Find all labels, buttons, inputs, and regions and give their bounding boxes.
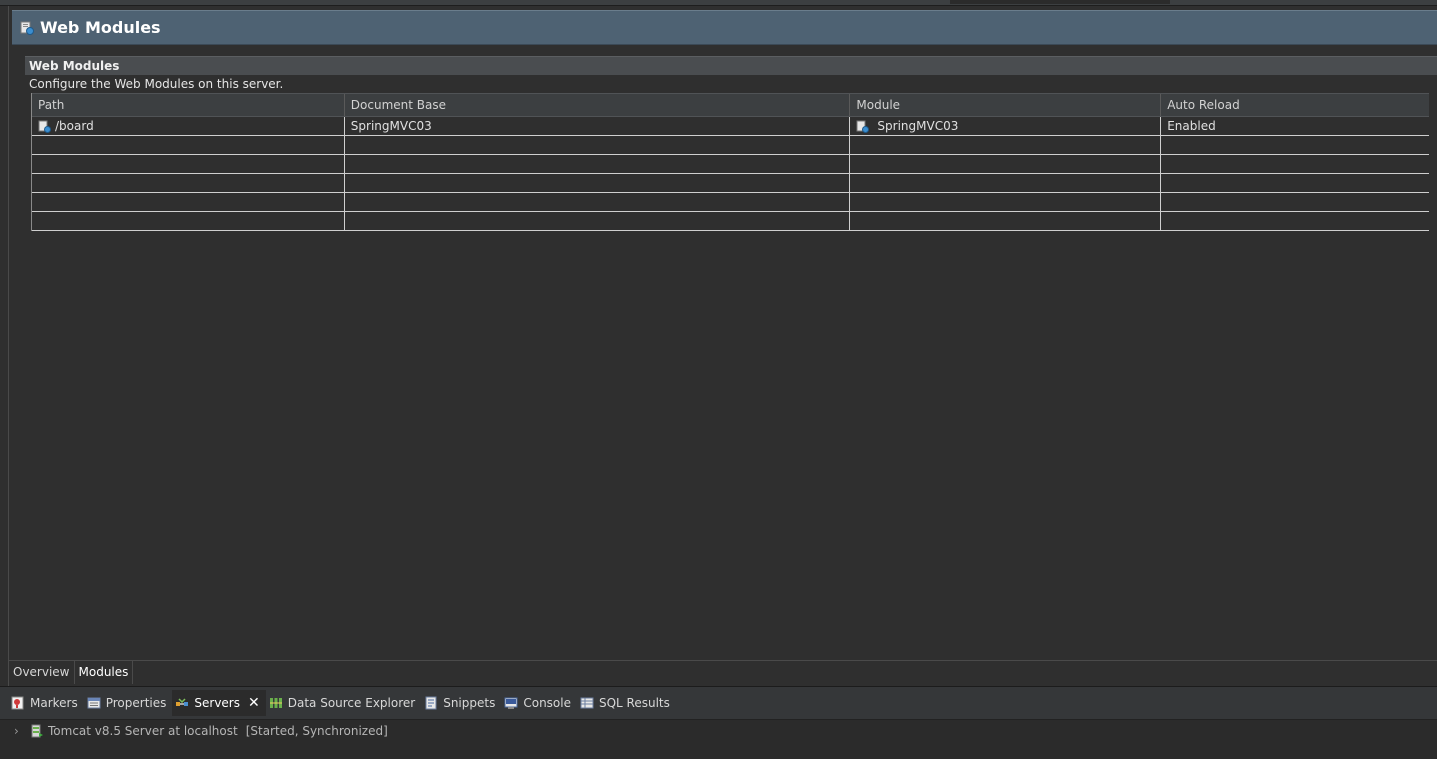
cell-path[interactable]: /board	[32, 117, 345, 135]
empty-cell	[32, 155, 345, 173]
servers-icon	[176, 698, 189, 706]
column-header-module[interactable]: Module	[850, 94, 1162, 116]
cell-module-text: SpringMVC03	[877, 119, 959, 133]
table-row[interactable]	[32, 136, 1429, 155]
tab-snippets[interactable]: Snippets	[421, 690, 501, 716]
tab-snippets-label: Snippets	[443, 696, 496, 710]
cell-auto-reload[interactable]: Enabled	[1161, 117, 1429, 135]
table-row[interactable]	[32, 155, 1429, 174]
tab-properties[interactable]: Properties	[84, 690, 173, 716]
section-title[interactable]: Web Modules	[25, 56, 1437, 75]
web-modules-section: Web Modules Configure the Web Modules on…	[25, 56, 1437, 94]
tab-data-source-explorer-label: Data Source Explorer	[287, 696, 416, 710]
empty-cell	[850, 212, 1162, 230]
column-header-document-base[interactable]: Document Base	[345, 94, 851, 116]
web-project-icon	[856, 120, 870, 133]
tab-markers[interactable]: Markers	[8, 690, 84, 716]
empty-cell	[850, 174, 1162, 192]
close-icon[interactable]: ✕	[248, 695, 260, 711]
tab-servers-label: Servers	[194, 696, 240, 710]
servers-view: Markers Properties Servers ✕ Data Source…	[0, 686, 1437, 759]
empty-cell	[345, 174, 851, 192]
empty-cell	[32, 212, 345, 230]
web-modules-table[interactable]: Path Document Base Module Auto Reload /b…	[31, 93, 1429, 231]
web-module-icon	[20, 21, 34, 35]
column-header-auto-reload[interactable]: Auto Reload	[1161, 94, 1429, 116]
top-strip-segment	[950, 0, 1170, 4]
tab-properties-label: Properties	[105, 696, 167, 710]
server-tree-item[interactable]: › Tomcat v8.5 Server at localhost [Start…	[0, 720, 1437, 742]
tab-modules[interactable]: Modules	[74, 661, 134, 684]
table-row[interactable]: /board SpringMVC03 SpringMVC03 Enabled	[32, 117, 1429, 136]
section-description: Configure the Web Modules on this server…	[29, 77, 284, 91]
sql-results-icon	[580, 697, 594, 709]
web-module-icon	[38, 120, 51, 133]
page-title: Web Modules	[40, 18, 161, 37]
empty-cell	[345, 155, 851, 173]
empty-cell	[345, 136, 851, 154]
empty-cell	[345, 193, 851, 211]
tab-sql-results-label: SQL Results	[598, 696, 670, 710]
chevron-right-icon[interactable]: ›	[14, 724, 24, 738]
tab-overview[interactable]: Overview	[9, 661, 75, 684]
tab-data-source-explorer[interactable]: Data Source Explorer	[266, 690, 421, 716]
empty-cell	[1161, 193, 1429, 211]
tab-servers[interactable]: Servers ✕	[172, 690, 266, 716]
table-row[interactable]	[32, 174, 1429, 193]
cell-path-text: /board	[55, 119, 94, 133]
snippets-icon	[425, 696, 437, 710]
empty-cell	[850, 193, 1162, 211]
table-row[interactable]	[32, 193, 1429, 212]
empty-cell	[32, 193, 345, 211]
view-tab-bar: Markers Properties Servers ✕ Data Source…	[0, 687, 1437, 720]
table-row[interactable]	[32, 212, 1429, 231]
data-source-explorer-icon	[269, 698, 282, 708]
cell-module[interactable]: SpringMVC03	[850, 117, 1162, 135]
editor-page-tabs: Overview Modules	[9, 660, 1437, 684]
tomcat-server-icon	[31, 724, 43, 738]
tab-console[interactable]: Console	[501, 690, 577, 716]
tab-sql-results[interactable]: SQL Results	[577, 690, 676, 716]
server-status: [Started, Synchronized]	[245, 724, 388, 738]
empty-cell	[32, 136, 345, 154]
empty-cell	[850, 155, 1162, 173]
markers-icon	[11, 696, 24, 710]
properties-icon	[87, 697, 101, 709]
form-header: Web Modules	[12, 10, 1437, 45]
console-icon	[504, 697, 518, 709]
empty-cell	[345, 212, 851, 230]
empty-cell	[1161, 136, 1429, 154]
column-header-path[interactable]: Path	[32, 94, 345, 116]
server-name: Tomcat v8.5 Server at localhost	[48, 724, 238, 738]
cell-document-base[interactable]: SpringMVC03	[345, 117, 851, 135]
tab-markers-label: Markers	[30, 696, 78, 710]
empty-cell	[1161, 212, 1429, 230]
empty-cell	[1161, 155, 1429, 173]
tab-console-label: Console	[523, 696, 571, 710]
empty-cell	[850, 136, 1162, 154]
empty-cell	[32, 174, 345, 192]
empty-cell	[1161, 174, 1429, 192]
table-header: Path Document Base Module Auto Reload	[32, 93, 1429, 117]
